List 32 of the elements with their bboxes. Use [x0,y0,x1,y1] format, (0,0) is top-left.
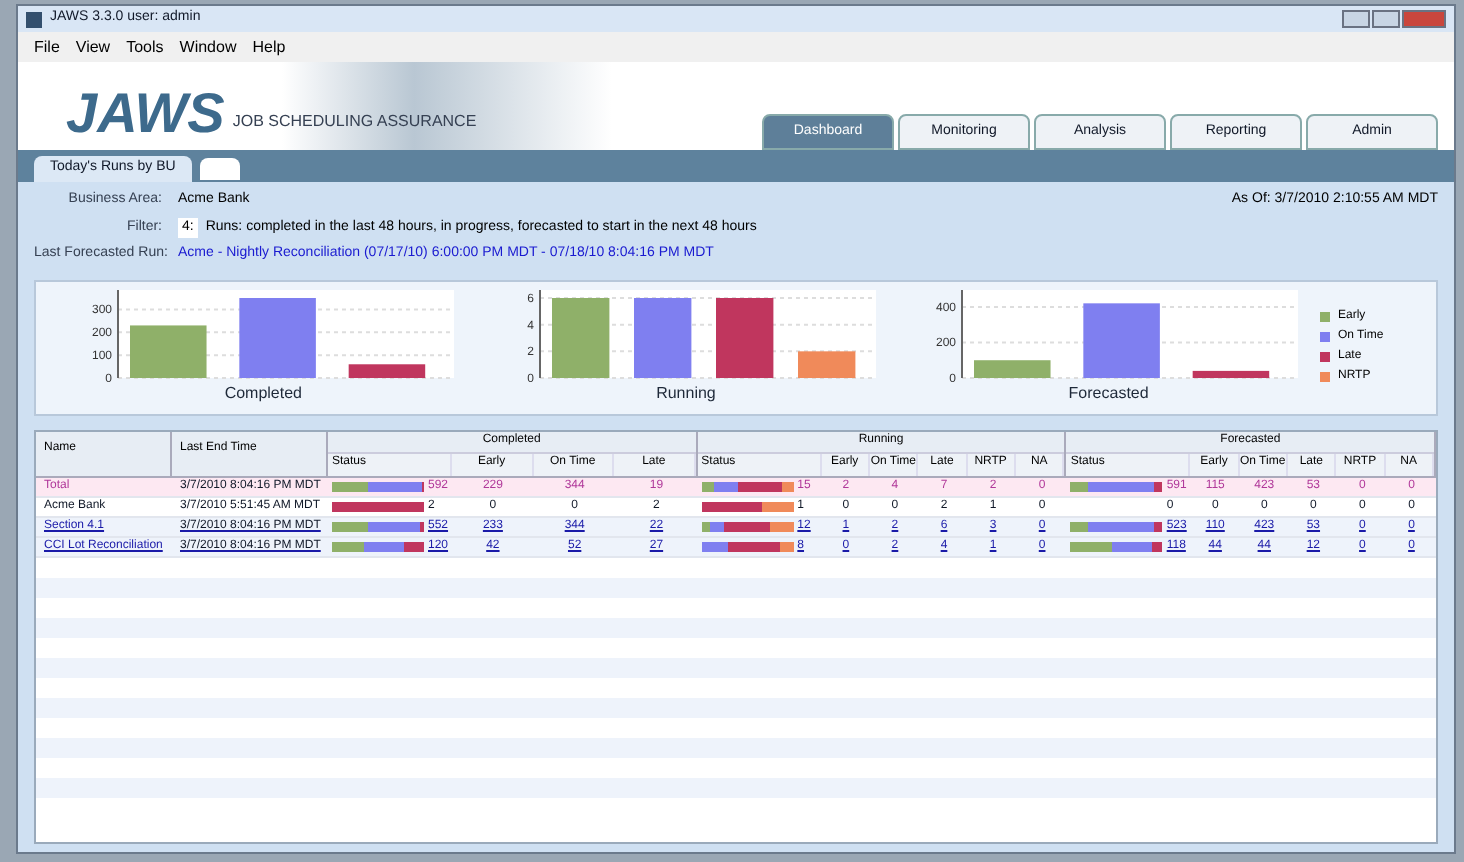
status-bar-drawing [1070,521,1163,531]
status-bar-drawing [701,481,794,491]
status-bar-drawing [332,501,424,511]
bar [633,297,692,377]
bar [1083,302,1161,377]
status-bar-drawing [701,501,794,511]
add-tab-button[interactable] [199,158,240,180]
menu-item[interactable]: File [34,35,60,59]
menu-item[interactable]: Help [252,35,286,59]
chart-label: Forecasted [1068,381,1149,405]
menu-item[interactable]: Tools [126,35,164,59]
status-bar-drawing [701,541,794,551]
status-bar-drawing [332,521,424,531]
app-icon [26,11,42,27]
maximize-button[interactable] [1372,10,1400,28]
tagline: JOB SCHEDULING ASSURANCE [232,110,477,134]
logo: JAWS [66,86,225,142]
menu-item[interactable]: View [75,35,111,59]
menu-item[interactable]: Window [179,35,237,59]
status-bar-drawing [701,521,794,531]
minimize-button[interactable] [1342,10,1370,28]
bar [129,324,206,377]
status-bar-drawing [1070,541,1163,551]
bar [1193,369,1270,377]
chart-label: Running [656,381,716,405]
status-bar-drawing [1070,481,1163,491]
status-bar-drawing [332,541,424,551]
status-bar-drawing [332,481,424,491]
bar [715,297,774,377]
bar [551,297,610,377]
bar [238,297,316,377]
chart-label: Completed [224,381,302,405]
